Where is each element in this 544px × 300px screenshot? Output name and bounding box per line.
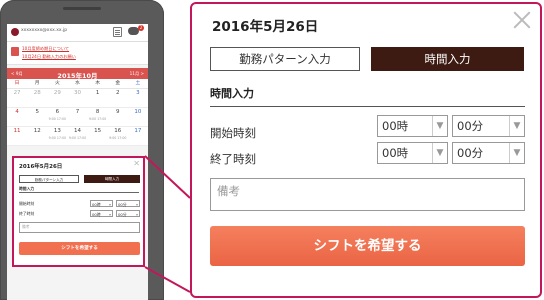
mini-shift-modal: 2016年5月26日 ✕ 勤務パターン入力 時間入力 時間入力 開始時刻 終了時… xyxy=(12,156,145,267)
calendar-day[interactable]: 27 xyxy=(7,89,27,107)
calendar-day[interactable]: 30 xyxy=(67,89,87,107)
weekday-label: 月 xyxy=(34,81,40,86)
calendar-title: 2015年10月 xyxy=(57,71,98,80)
end-hour-value: 00時 xyxy=(382,146,409,160)
mini-memo-field[interactable]: 備考 xyxy=(19,222,140,233)
calendar-day[interactable]: 15 xyxy=(88,127,108,145)
calendar-day[interactable]: 9 xyxy=(108,108,128,126)
start-minute-value: 00分 xyxy=(457,119,484,133)
weekday-label: 土 xyxy=(135,81,141,86)
calendar-day[interactable]: 12 xyxy=(27,127,47,145)
calendar-day[interactable]: 3 xyxy=(128,89,148,107)
notification-badge: 2 xyxy=(138,25,144,31)
weekday-label: 日 xyxy=(14,81,20,86)
memo-field[interactable]: 備考 xyxy=(210,178,525,211)
calendar-day[interactable]: 7 xyxy=(67,108,87,126)
weekday-label: 金 xyxy=(115,81,121,86)
calendar-day[interactable]: 6 9:00 17:00 xyxy=(47,108,67,126)
chevron-down-icon: ▼ xyxy=(432,116,447,136)
weekday-label: 火 xyxy=(54,81,60,86)
calendar-week-row: 11 12 13 9:00 17:00 14 9:00 17:00 15 16 9:0… xyxy=(7,127,148,146)
calendar-day[interactable]: 13 9:00 17:00 xyxy=(47,127,67,145)
request-shift-button[interactable]: シフトを希望する xyxy=(210,226,525,266)
section-title: 時間入力 xyxy=(210,87,254,100)
weekday-label: 木 xyxy=(95,81,101,86)
chevron-down-icon: ▼ xyxy=(509,143,524,163)
start-hour-value: 00時 xyxy=(382,119,409,133)
weekday-row: 日 月 火 水 木 金 土 xyxy=(7,79,148,89)
calendar: < 9月 2015年10月 11月 > 日 月 火 水 木 金 土 27 28 … xyxy=(7,68,148,146)
section-divider xyxy=(210,106,525,107)
document-icon[interactable] xyxy=(113,27,122,37)
mini-end-hour-select[interactable]: 00時 xyxy=(90,210,113,218)
calendar-day[interactable]: 29 xyxy=(47,89,67,107)
calendar-week-row: 4 5 6 9:00 17:00 7 8 9:00 17:00 9 10 xyxy=(7,108,148,127)
user-email: xxxxxxxx@xxx.xx.jp xyxy=(21,28,68,33)
mini-start-hour-select[interactable]: 00時 xyxy=(90,200,113,208)
notice-link-1[interactable]: 10月度締め期日について xyxy=(22,46,69,52)
mini-close-icon[interactable]: ✕ xyxy=(133,159,140,168)
notice-panel: 10月度締め期日について 10月24日 勤務入力のお願い xyxy=(7,42,148,65)
mini-tab-pattern[interactable]: 勤務パターン入力 xyxy=(19,175,79,183)
calendar-header: < 9月 2015年10月 11月 > xyxy=(7,68,148,80)
end-time-label: 終了時刻 xyxy=(210,152,256,166)
calendar-day[interactable]: 28 xyxy=(27,89,47,107)
start-minute-select[interactable]: 00分 ▼ xyxy=(452,115,525,137)
calendar-day[interactable]: 5 xyxy=(27,108,47,126)
end-hour-select[interactable]: 00時 ▼ xyxy=(377,142,448,164)
calendar-day[interactable]: 8 9:00 17:00 xyxy=(88,108,108,126)
start-time-label: 開始時刻 xyxy=(210,126,256,140)
mini-start-label: 開始時刻 xyxy=(19,201,35,206)
user-icon[interactable] xyxy=(11,28,19,36)
start-hour-select[interactable]: 00時 ▼ xyxy=(377,115,448,137)
calendar-day[interactable]: 14 9:00 17:00 xyxy=(67,127,87,145)
calendar-day[interactable]: 11 xyxy=(7,127,27,145)
calendar-day[interactable]: 4 xyxy=(7,108,27,126)
phone-speaker xyxy=(63,7,101,10)
mini-start-min-select[interactable]: 00分 xyxy=(116,200,140,208)
calendar-day[interactable]: 17 xyxy=(128,127,148,145)
calendar-notice-icon xyxy=(11,47,19,56)
notice-link-2[interactable]: 10月24日 勤務入力のお願い xyxy=(22,54,76,60)
end-minute-select[interactable]: 00分 ▼ xyxy=(452,142,525,164)
mini-submit-button[interactable]: シフトを希望する xyxy=(19,242,140,255)
weekday-label: 水 xyxy=(75,81,80,86)
modal-date: 2016年5月26日 xyxy=(212,19,319,35)
tab-work-pattern[interactable]: 勤務パターン入力 xyxy=(210,47,360,71)
calendar-day[interactable]: 1 xyxy=(88,89,108,107)
mini-modal-date: 2016年5月26日 xyxy=(19,164,63,170)
calendar-day[interactable]: 2 xyxy=(108,89,128,107)
calendar-day[interactable]: 10 xyxy=(128,108,148,126)
mini-end-label: 終了時刻 xyxy=(19,211,35,216)
calendar-day[interactable]: 16 9:00 17:00 xyxy=(108,127,128,145)
chevron-down-icon: ▼ xyxy=(509,116,524,136)
end-minute-value: 00分 xyxy=(457,146,484,160)
tab-time-input[interactable]: 時間入力 xyxy=(371,47,524,71)
next-month-button[interactable]: 11月 > xyxy=(130,71,144,77)
mini-end-min-select[interactable]: 00分 xyxy=(116,210,140,218)
close-icon[interactable] xyxy=(510,8,534,32)
chevron-down-icon: ▼ xyxy=(432,143,447,163)
mini-tab-time[interactable]: 時間入力 xyxy=(84,175,140,183)
calendar-week-row: 27 28 29 30 1 2 3 xyxy=(7,89,148,108)
top-bar: xxxxxxxx@xxx.xx.jp 2 xyxy=(7,24,148,42)
shift-request-modal: 2016年5月26日 勤務パターン入力 時間入力 時間入力 開始時刻 00時 ▼… xyxy=(190,2,542,298)
mini-divider xyxy=(19,192,139,193)
